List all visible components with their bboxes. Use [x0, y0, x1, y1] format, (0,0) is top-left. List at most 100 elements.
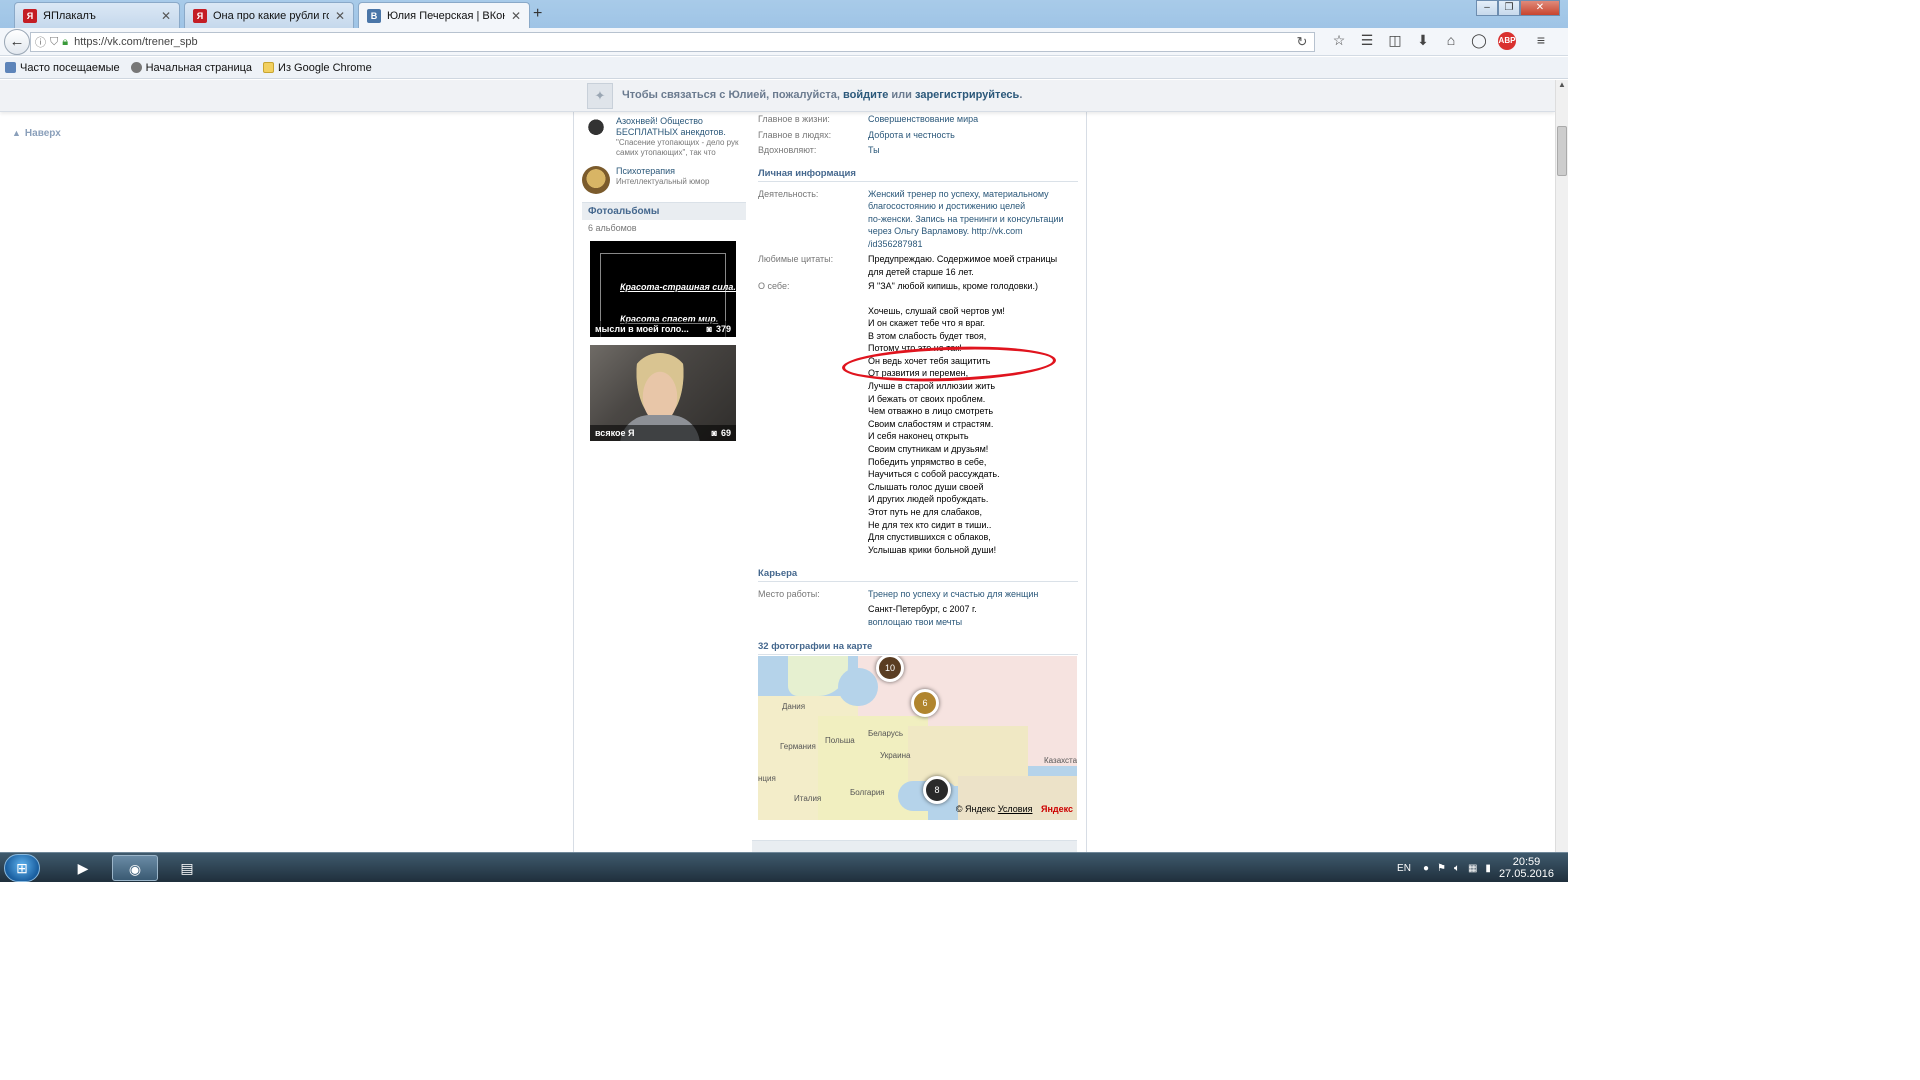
vk-logo-icon: ✦: [587, 83, 613, 109]
map-label: Дания: [782, 702, 806, 711]
group-desc: "Спасение утопающих - дело рук самих уто…: [616, 138, 739, 157]
yaplakal-icon: Я: [193, 8, 207, 23]
tray-app-icon[interactable]: ●: [1423, 863, 1429, 874]
language-indicator[interactable]: EN: [1397, 863, 1411, 874]
windows-taskbar: ⊞ ▶ ◉ ▤ EN ● ⚑ 🔈︎ ▦ ▮ 20:59 27.05.2016: [0, 852, 1568, 882]
info-link[interactable]: Совершенствование мира: [868, 113, 1078, 126]
url-text[interactable]: https://vk.com/trener_spb: [74, 36, 1290, 48]
new-tab-button[interactable]: +: [533, 5, 542, 23]
albums-count: 6 альбомов: [588, 223, 637, 233]
group-item[interactable]: Азохнвей! Общество БЕСПЛАТНЫХ анекдотов.…: [582, 116, 746, 158]
system-tray: EN ● ⚑ 🔈︎ ▦ ▮ 20:59 27.05.2016: [1397, 853, 1568, 883]
map-cluster[interactable]: 6: [911, 689, 939, 717]
tab-yaplakal[interactable]: Я ЯПлакалъ ✕: [14, 2, 180, 28]
next-section-header: [752, 840, 1077, 852]
map-credit: © Яндекс Условия Яндекс: [955, 804, 1073, 814]
register-link[interactable]: зарегистрируйтесь: [915, 89, 1019, 101]
info-row: Главное в жизни: Совершенствование мира: [758, 113, 1078, 126]
info-row: Вдохновляют: Ты: [758, 144, 1078, 157]
scroll-up-icon[interactable]: ▲: [1556, 80, 1568, 92]
album-caption: мысли в моей голо... ◙ 379: [590, 321, 736, 337]
login-banner: ✦ Чтобы связаться с Юлией, пожалуйста, в…: [0, 80, 1555, 112]
bookmark-folder-icon: [5, 62, 16, 73]
work-link[interactable]: Тренер по успеху и счастью для женщин: [868, 588, 1078, 601]
album-thumb[interactable]: всякое Я ◙ 69: [590, 345, 736, 441]
map-label: нция: [758, 774, 776, 783]
photo-map[interactable]: Дания Польша Беларусь Германия Украина К…: [758, 656, 1077, 820]
window-close-icon[interactable]: ✕: [1520, 0, 1560, 16]
bookmark-star-icon[interactable]: ☆: [1325, 32, 1353, 50]
chat-icon[interactable]: ◯: [1465, 32, 1493, 50]
camera-icon: ◙: [706, 324, 712, 334]
map-label: Италия: [794, 794, 822, 803]
close-icon[interactable]: ✕: [161, 9, 171, 23]
bookmark-from-chrome[interactable]: Из Google Chrome: [263, 62, 372, 74]
explorer-folder-icon[interactable]: ▤: [164, 855, 210, 881]
toolbar-icons: ☆ ☰ ◫ ⬇ ⌂ ◯ ABP ≡: [1325, 32, 1555, 50]
start-button[interactable]: ⊞: [4, 854, 40, 882]
menu-icon[interactable]: ≡: [1527, 32, 1555, 50]
map-label: Беларусь: [868, 729, 903, 738]
address-bar[interactable]: ⓘ ⛉ 🔒︎ https://vk.com/trener_spb ↻: [30, 32, 1315, 52]
page-viewport: ✦ Чтобы связаться с Юлией, пожалуйста, в…: [0, 80, 1555, 852]
album-caption: всякое Я ◙ 69: [590, 425, 736, 441]
tab-strip: Я ЯПлакалъ ✕ Я Она про какие рубли гов..…: [0, 0, 1568, 29]
globe-icon: [130, 62, 142, 73]
adblock-icon[interactable]: ABP: [1498, 32, 1516, 50]
maximize-icon[interactable]: ❐: [1498, 0, 1520, 16]
info-link[interactable]: Доброта и честность: [868, 129, 1078, 142]
bookmark-start-page[interactable]: Начальная страница: [130, 62, 252, 74]
flag-icon[interactable]: ⚑: [1437, 863, 1446, 874]
yandex-logo[interactable]: Яндекс: [1041, 804, 1073, 814]
info-link[interactable]: Ты: [868, 144, 1078, 157]
reading-list-icon[interactable]: ☰: [1353, 32, 1381, 50]
to-top-link[interactable]: ▲ Наверх: [12, 128, 61, 139]
login-link[interactable]: войдите: [843, 89, 888, 101]
activity-text[interactable]: Женский тренер по успеху, материальному …: [868, 188, 1078, 251]
pocket-icon[interactable]: ◫: [1381, 32, 1409, 50]
firefox-icon[interactable]: ◉: [112, 855, 158, 881]
albums-header[interactable]: Фотоальбомы: [582, 202, 746, 220]
map-label: Германия: [780, 742, 816, 751]
scrollbar-thumb[interactable]: [1557, 126, 1567, 176]
back-button[interactable]: ←: [4, 29, 30, 55]
work-motto[interactable]: воплощаю твои мечты: [868, 616, 1078, 629]
map-terms-link[interactable]: Условия: [998, 804, 1033, 814]
group-avatar[interactable]: [582, 166, 610, 194]
clock[interactable]: 20:59 27.05.2016: [1499, 856, 1554, 880]
bookmark-most-visited[interactable]: Часто посещаемые: [5, 62, 120, 74]
navigation-bar: ← ⓘ ⛉ 🔒︎ https://vk.com/trener_spb ↻ ☆ ☰…: [0, 28, 1568, 56]
info-icon[interactable]: ⓘ: [35, 34, 46, 50]
album-quote: Красота-страшная сила.: [620, 282, 736, 292]
album-thumb[interactable]: Красота-страшная сила. Красота спасет ми…: [590, 241, 736, 337]
minimize-icon[interactable]: –: [1476, 0, 1498, 16]
close-icon[interactable]: ✕: [335, 9, 345, 23]
tab-vk-profile[interactable]: B Юлия Печерская | ВКонта... ✕: [358, 2, 530, 29]
tab-yaplakal-post[interactable]: Я Она про какие рубли гов... ✕: [184, 2, 354, 28]
album-name: всякое Я: [595, 428, 635, 438]
download-icon[interactable]: ⬇: [1409, 32, 1437, 50]
tab-title: ЯПлакалъ: [43, 9, 96, 22]
camera-icon: ◙: [711, 428, 717, 438]
info-row: Санкт-Петербург, с 2007 г.: [758, 603, 1078, 616]
reload-icon[interactable]: ↻: [1290, 34, 1314, 50]
map-cluster[interactable]: 8: [923, 776, 951, 804]
group-avatar[interactable]: [582, 116, 610, 144]
info-row: Место работы: Тренер по успеху и счастью…: [758, 588, 1078, 601]
group-item[interactable]: Психотерапия Интеллектуальный юмор: [582, 166, 746, 194]
media-player-icon[interactable]: ▶: [60, 855, 106, 881]
volume-icon[interactable]: 🔈︎: [1454, 863, 1460, 874]
power-icon[interactable]: ▮: [1485, 863, 1491, 874]
map-label: Украина: [880, 751, 911, 760]
home-icon[interactable]: ⌂: [1437, 32, 1465, 50]
close-icon[interactable]: ✕: [511, 9, 521, 23]
group-name[interactable]: Психотерапия: [616, 166, 709, 177]
yaplakal-icon: Я: [23, 8, 37, 23]
network-icon[interactable]: ▦: [1468, 863, 1477, 874]
shield-icon[interactable]: ⛉: [50, 36, 58, 49]
group-name[interactable]: Азохнвей! Общество БЕСПЛАТНЫХ анекдотов.: [616, 116, 746, 138]
section-map[interactable]: 32 фотографии на карте: [758, 641, 1078, 655]
album-count: 379: [715, 324, 731, 334]
info-row: Любимые цитаты: Предупреждаю. Содержимое…: [758, 253, 1078, 278]
page-scrollbar[interactable]: ▲: [1555, 80, 1568, 852]
